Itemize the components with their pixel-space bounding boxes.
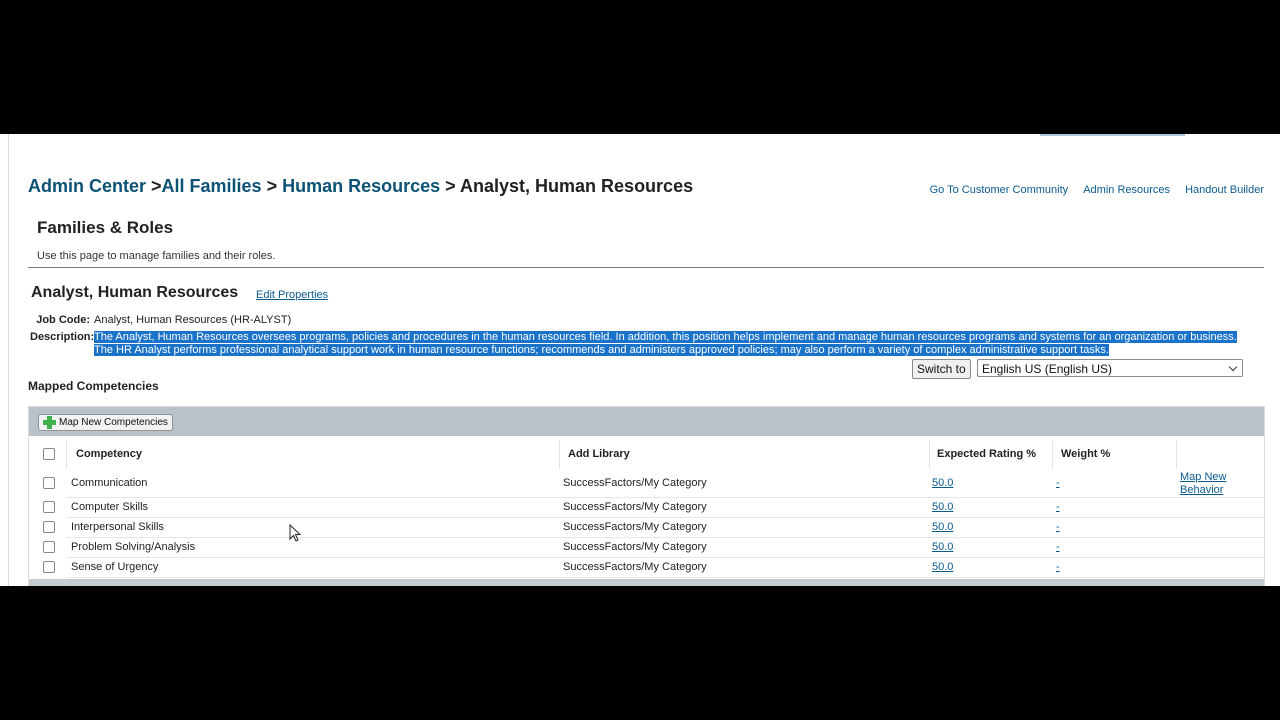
language-select[interactable]: English US (English US) [977,359,1243,377]
map-new-competencies-button[interactable]: Map New Competencies [38,414,173,431]
column-divider [66,440,67,469]
competency-name: Interpersonal Skills [71,521,164,533]
column-header-competency[interactable]: Competency [76,440,142,469]
left-border [8,134,9,586]
mapped-competencies-title: Mapped Competencies [28,379,159,393]
expected-rating-link[interactable]: 50.0 [932,561,953,573]
library-name: SuccessFactors/My Category [563,541,707,553]
breadcrumb-admin-center[interactable]: Admin Center [28,176,146,196]
column-header-library[interactable]: Add Library [568,440,630,469]
edit-properties-link[interactable]: Edit Properties [256,289,328,301]
page-title: Families & Roles [37,218,174,237]
language-selected-value: English US (English US) [982,362,1113,376]
row-checkbox[interactable] [43,501,55,513]
weight-link[interactable]: - [1056,561,1060,573]
breadcrumb-separator: > [146,176,162,196]
library-name: SuccessFactors/My Category [563,521,707,533]
competency-name: Communication [71,477,148,489]
chevron-down-icon [1228,362,1238,372]
map-new-behavior-link[interactable]: Map New Behavior [1180,471,1240,497]
competency-name: Problem Solving/Analysis [71,541,196,553]
expected-rating-link[interactable]: 50.0 [932,521,953,533]
row-checkbox[interactable] [43,561,55,573]
library-name: SuccessFactors/My Category [563,501,707,513]
divider [28,267,1264,268]
top-strip [1040,134,1185,136]
link-customer-community[interactable]: Go To Customer Community [930,184,1069,196]
column-divider [559,440,560,469]
column-divider [1052,440,1053,469]
grid-footer [29,579,1264,586]
grid-toolbar: Map New Competencies [29,407,1264,436]
link-handout-builder[interactable]: Handout Builder [1185,184,1264,196]
competency-name: Sense of Urgency [71,561,159,573]
job-code-label: Job Code: [36,314,90,326]
expected-rating-link[interactable]: 50.0 [932,541,953,553]
column-header-expected-rating[interactable]: Expected Rating % [937,440,1036,469]
app-viewport: Admin Center >All Families > Human Resou… [0,134,1280,586]
row-checkbox[interactable] [43,477,55,489]
row-checkbox[interactable] [43,521,55,533]
column-divider [1176,440,1177,469]
breadcrumb: Admin Center >All Families > Human Resou… [28,176,693,197]
breadcrumb-current: Analyst, Human Resources [460,176,694,196]
page-description: Use this page to manage families and the… [37,250,276,262]
competencies-grid: Map New Competencies Competency Add Libr… [28,406,1265,586]
map-new-competencies-label: Map New Competencies [59,417,168,428]
library-name: SuccessFactors/My Category [563,477,707,489]
link-admin-resources[interactable]: Admin Resources [1083,184,1170,196]
breadcrumb-human-resources[interactable]: Human Resources [282,176,440,196]
library-name: SuccessFactors/My Category [563,561,707,573]
job-code-value: Analyst, Human Resources (HR-ALYST) [94,314,292,326]
weight-link[interactable]: - [1056,501,1060,513]
description-text: The Analyst, Human Resources oversees pr… [94,331,1256,357]
top-links: Go To Customer Community Admin Resources… [918,184,1264,196]
plus-icon [43,416,56,429]
breadcrumb-separator: > [440,176,461,196]
breadcrumb-all-families[interactable]: All Families [162,176,262,196]
description-label: Description: [30,331,95,343]
expected-rating-link[interactable]: 50.0 [932,501,953,513]
expected-rating-link[interactable]: 50.0 [932,477,953,489]
switch-language-button[interactable]: Switch to [912,359,971,379]
selected-description: The Analyst, Human Resources oversees pr… [94,331,1237,356]
mouse-pointer-icon [289,524,302,542]
column-divider [929,440,930,469]
column-header-weight[interactable]: Weight % [1061,440,1110,469]
competency-name: Computer Skills [71,501,149,513]
weight-link[interactable]: - [1056,521,1060,533]
weight-link[interactable]: - [1056,477,1060,489]
breadcrumb-separator: > [261,176,283,196]
select-all-checkbox[interactable] [43,448,55,460]
weight-link[interactable]: - [1056,541,1060,553]
role-title: Analyst, Human Resources [31,284,239,301]
row-checkbox[interactable] [43,541,55,553]
